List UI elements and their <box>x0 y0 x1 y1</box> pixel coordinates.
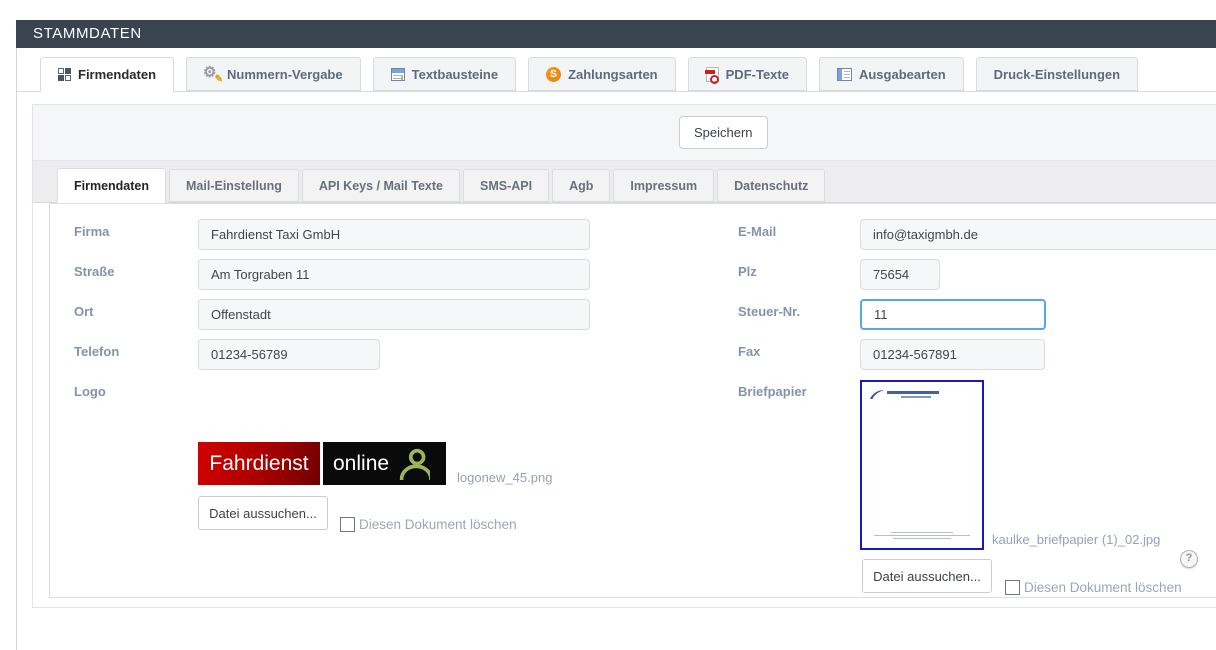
subtab-label: Impressum <box>630 179 697 193</box>
subtab-label: Firmendaten <box>74 179 149 193</box>
telefon-input[interactable] <box>198 339 380 370</box>
subtab-label: Datenschutz <box>734 179 808 193</box>
steuernr-label: Steuer-Nr. <box>738 304 800 319</box>
briefpapier-footer-lines <box>862 532 982 539</box>
tab-nummern-vergabe[interactable]: ⚙✎ Nummern-Vergabe <box>186 57 361 91</box>
subtab-label: API Keys / Mail Texte <box>319 179 443 193</box>
tab-label: Nummern-Vergabe <box>227 67 343 82</box>
logo-browse-button[interactable]: Datei aussuchen... <box>198 496 328 530</box>
logo-delete-row: Diesen Dokument löschen <box>340 517 517 532</box>
gear-pencil-icon: ⚙✎ <box>204 66 220 82</box>
list-icon <box>837 68 852 81</box>
steuernr-input[interactable] <box>860 299 1046 330</box>
page-left-border <box>16 20 17 650</box>
swoosh-icon <box>869 388 885 401</box>
pdf-icon <box>706 67 719 82</box>
logo-filename: logonew_45.png <box>457 470 552 485</box>
tab-label: Zahlungsarten <box>568 67 658 82</box>
table-icon <box>391 68 405 81</box>
stammdaten-page: STAMMDATEN Firmendaten ⚙✎ Nummern-Vergab… <box>0 0 1216 650</box>
subtab-label: Agb <box>569 179 593 193</box>
tab-firmendaten[interactable]: Firmendaten <box>40 57 174 92</box>
briefpapier-letterhead-logo <box>869 388 939 401</box>
content-panel: Speichern Firmendaten Mail-Einstellung A… <box>32 104 1216 608</box>
subtab-api-keys-mail-texte[interactable]: API Keys / Mail Texte <box>302 169 460 202</box>
fax-label: Fax <box>738 344 760 359</box>
grid-icon <box>58 68 71 81</box>
dollar-coin-icon: S <box>546 67 561 82</box>
briefpapier-browse-button[interactable]: Datei aussuchen... <box>862 559 992 593</box>
tab-druck-einstellungen[interactable]: Druck-Einstellungen <box>976 57 1138 91</box>
briefpapier-delete-row: Diesen Dokument löschen <box>1005 580 1182 595</box>
person-icon <box>397 447 430 480</box>
subtab-datenschutz[interactable]: Datenschutz <box>717 169 825 202</box>
subtab-agb[interactable]: Agb <box>552 169 610 202</box>
subtab-label: SMS-API <box>480 179 532 193</box>
tab-pdf-texte[interactable]: PDF-Texte <box>688 57 807 91</box>
subtab-label: Mail-Einstellung <box>186 179 282 193</box>
firmendaten-fieldset: Firma Straße Ort Telefon Logo E-Mail Plz… <box>49 203 1216 598</box>
email-label: E-Mail <box>738 224 776 239</box>
briefpapier-label: Briefpapier <box>738 384 807 399</box>
ort-label: Ort <box>74 304 94 319</box>
logo-delete-label: Diesen Dokument löschen <box>359 517 517 532</box>
save-button[interactable]: Speichern <box>679 116 768 149</box>
ort-input[interactable] <box>198 299 590 330</box>
subtab-impressum[interactable]: Impressum <box>613 169 714 202</box>
firma-label: Firma <box>74 224 109 239</box>
strasse-input[interactable] <box>198 259 590 290</box>
logo-brand-left: Fahrdienst <box>198 442 320 485</box>
sub-tab-bar: Firmendaten Mail-Einstellung API Keys / … <box>33 161 1216 203</box>
tab-zahlungsarten[interactable]: S Zahlungsarten <box>528 57 676 91</box>
tab-textbausteine[interactable]: Textbausteine <box>373 57 516 91</box>
plz-input[interactable] <box>860 259 940 290</box>
form-toolbar: Speichern <box>33 105 1216 161</box>
briefpapier-filename: kaulke_briefpapier (1)_02.jpg <box>992 532 1160 547</box>
logo-delete-checkbox[interactable] <box>340 517 355 532</box>
logo-label: Logo <box>74 384 106 399</box>
email-input[interactable] <box>860 219 1216 250</box>
main-tab-bar: Firmendaten ⚙✎ Nummern-Vergabe Textbaust… <box>16 56 1216 92</box>
subtab-firmendaten[interactable]: Firmendaten <box>57 168 166 203</box>
tab-label: Textbausteine <box>412 67 498 82</box>
subtab-mail-einstellung[interactable]: Mail-Einstellung <box>169 169 299 202</box>
telefon-label: Telefon <box>74 344 119 359</box>
strasse-label: Straße <box>74 264 114 279</box>
briefpapier-delete-checkbox[interactable] <box>1005 580 1020 595</box>
company-logo-image: Fahrdienst online <box>198 442 446 485</box>
briefpapier-delete-label: Diesen Dokument löschen <box>1024 580 1182 595</box>
tab-label: Druck-Einstellungen <box>994 67 1120 82</box>
plz-label: Plz <box>738 264 757 279</box>
logo-brand-right-text: online <box>333 452 389 476</box>
fax-input[interactable] <box>860 339 1045 370</box>
help-icon[interactable]: ? <box>1180 550 1198 568</box>
page-title: STAMMDATEN <box>16 20 1216 48</box>
tab-label: Ausgabearten <box>859 67 946 82</box>
firma-input[interactable] <box>198 219 590 250</box>
tab-ausgabearten[interactable]: Ausgabearten <box>819 57 964 91</box>
subtab-sms-api[interactable]: SMS-API <box>463 169 549 202</box>
briefpapier-preview-image <box>860 380 984 550</box>
logo-brand-right: online <box>323 442 446 485</box>
tab-label: PDF-Texte <box>726 67 789 82</box>
tab-label: Firmendaten <box>78 67 156 82</box>
